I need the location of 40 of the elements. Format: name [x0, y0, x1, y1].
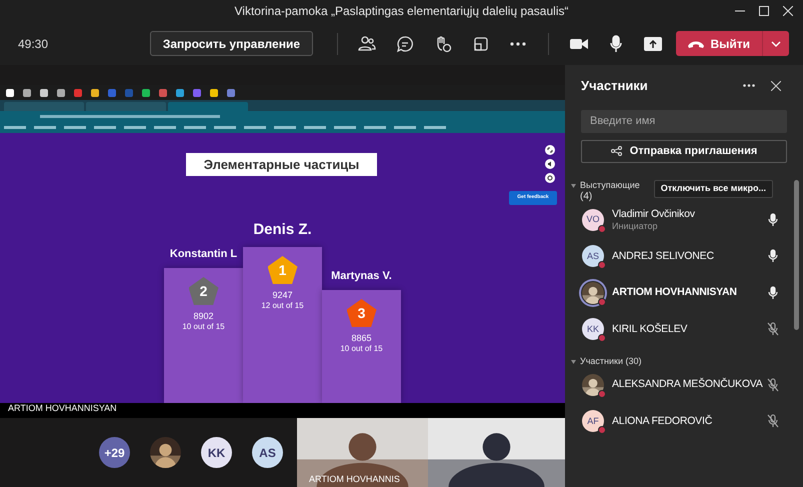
presenter-name: ARTIOM HOVHANNISYAN	[8, 402, 117, 414]
rank-badge: 2	[188, 277, 218, 305]
score: 9247	[272, 290, 293, 301]
section-title: Выступающие	[580, 180, 640, 190]
score: 8902	[193, 311, 214, 322]
participant-name: ALEKSANDRA MEŠONČUKOVA	[612, 378, 763, 392]
rank-badge: 3	[346, 299, 376, 327]
avatar: AS	[582, 245, 604, 268]
window-title: Viktorina-pamoka „Paslaptingas elementariųjų dalelių pasaulis“	[234, 3, 568, 20]
rank-badge: 1	[268, 256, 298, 284]
participant-name: ANDREJ SELIVONEC	[612, 250, 714, 263]
video-caption: ARTIOM HOVHANNIS	[309, 472, 400, 486]
correct-answers: 10 out of 15	[340, 344, 383, 354]
correct-answers: 12 out of 15	[261, 301, 304, 311]
participant-name: Vladimir Ovčinikov	[612, 208, 695, 221]
participant-name: ALIONA FEDOROVIČ	[612, 414, 712, 428]
score: 8865	[351, 333, 372, 344]
participant-name: ARTIOM HOVHANNISYAN	[612, 286, 737, 300]
avatar[interactable]: AS	[252, 437, 283, 468]
avatar: AF	[582, 410, 604, 432]
request-control-button[interactable]: Запросить управление	[150, 31, 313, 56]
mute-all-button[interactable]: Отключить все микро...	[654, 180, 773, 198]
invite-button[interactable]: Отправка приглашения	[581, 140, 787, 162]
overflow-count[interactable]: +29	[99, 437, 130, 468]
player-name: Martynas V.	[331, 268, 392, 284]
avatar: VO	[582, 208, 604, 231]
call-timer: 49:30	[18, 36, 50, 52]
quiz-title: Элементарные частицы	[186, 153, 377, 176]
avatar: KK	[582, 318, 604, 340]
panel-title: Участники	[581, 77, 648, 95]
player-name: Konstantin L	[170, 246, 238, 262]
section-count: (4)	[580, 190, 594, 202]
avatar[interactable]: KK	[201, 437, 232, 468]
search-field[interactable]: Введите имя	[581, 110, 787, 132]
section-title: Участники (30)	[580, 356, 642, 366]
correct-answers: 10 out of 15	[182, 322, 225, 332]
participant-name: KIRIL KOŠELEV	[612, 322, 688, 336]
leave-button[interactable]: Выйти	[676, 31, 762, 56]
player-name: Denis Z.	[253, 220, 312, 240]
participant-role: Инициатор	[612, 220, 658, 232]
